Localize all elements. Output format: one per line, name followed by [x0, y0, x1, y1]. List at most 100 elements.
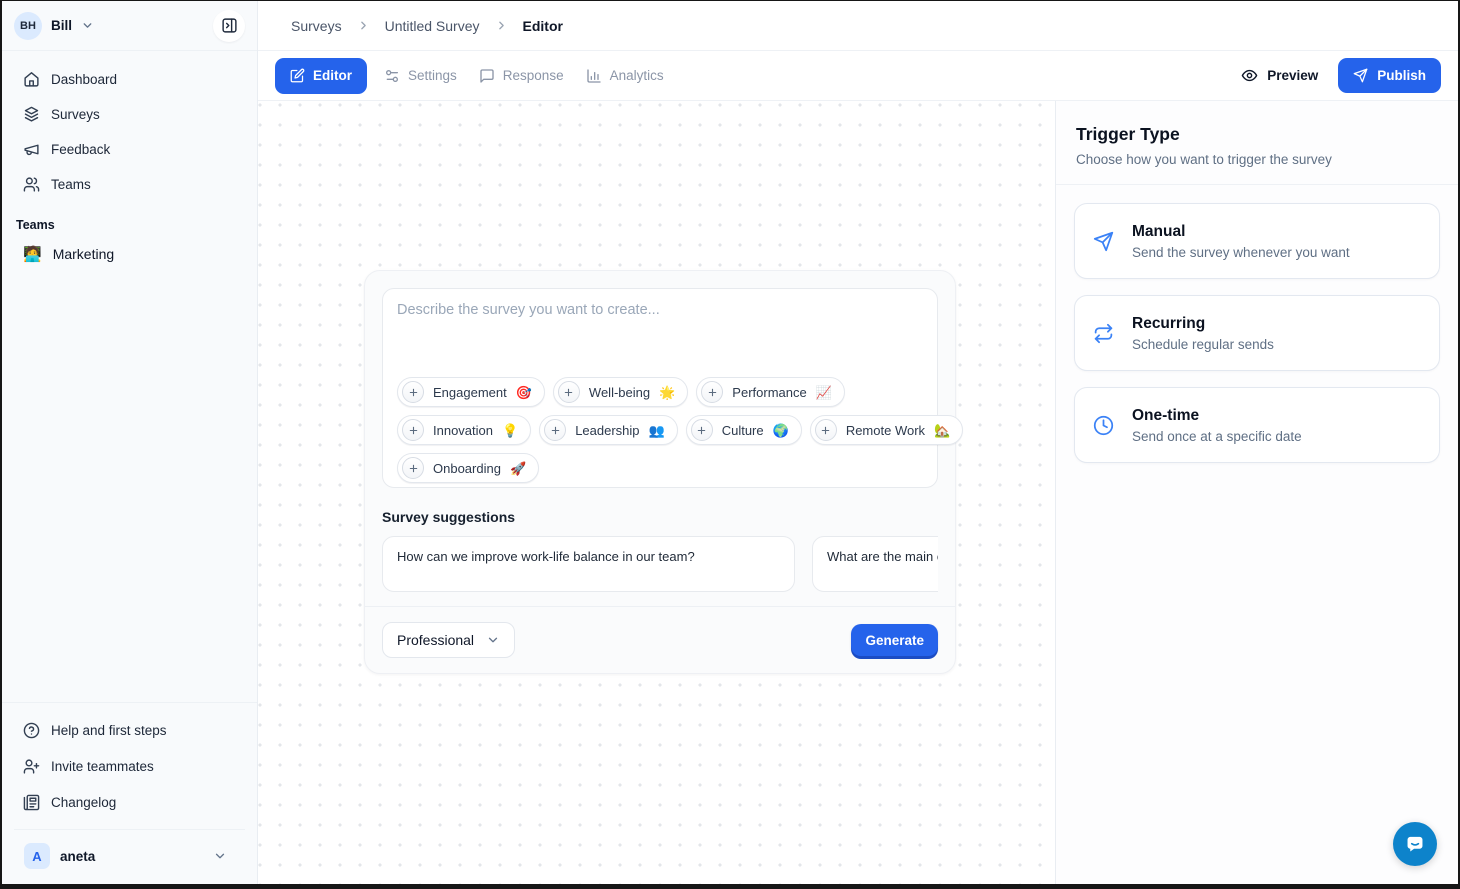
pencil-square-icon	[290, 68, 305, 83]
user-name: aneta	[60, 849, 95, 864]
preview-button[interactable]: Preview	[1241, 67, 1318, 84]
user-avatar: A	[24, 843, 50, 869]
chevron-down-icon	[81, 19, 94, 32]
sliders-icon	[384, 68, 400, 84]
sidebar-item-invite[interactable]: Invite teammates	[14, 748, 245, 784]
user-menu[interactable]: A aneta	[14, 829, 245, 884]
publish-label: Publish	[1377, 68, 1426, 83]
chip-label: Onboarding	[433, 461, 501, 476]
chip-row: Innovation 💡 Leadership 👥	[397, 415, 923, 445]
help-circle-icon	[23, 722, 40, 739]
breadcrumb-surveys[interactable]: Surveys	[291, 18, 342, 34]
layers-icon	[23, 106, 40, 123]
suggestion-card[interactable]: What are the main ob	[812, 536, 938, 592]
workspace-avatar[interactable]: BH	[14, 12, 42, 40]
trigger-options: Manual Send the survey whenever you want…	[1056, 185, 1458, 481]
chip-innovation[interactable]: Innovation 💡	[397, 415, 531, 445]
tab-editor[interactable]: Editor	[275, 58, 367, 94]
plus-icon	[558, 381, 580, 403]
bulb-emoji-icon: 💡	[502, 424, 518, 437]
suggestion-card[interactable]: How can we improve work-life balance in …	[382, 536, 795, 592]
trigger-option-description: Send the survey whenever you want	[1132, 245, 1350, 260]
sidebar-item-label: Invite teammates	[51, 759, 154, 774]
chip-leadership[interactable]: Leadership 👥	[539, 415, 678, 445]
tab-settings[interactable]: Settings	[373, 58, 468, 94]
megaphone-icon	[23, 141, 40, 158]
trigger-option-recurring[interactable]: Recurring Schedule regular sends	[1074, 295, 1440, 371]
survey-description-input[interactable]	[397, 302, 923, 364]
panel-subtitle: Choose how you want to trigger the surve…	[1076, 152, 1438, 167]
trigger-option-title: Recurring	[1132, 315, 1274, 333]
chevron-right-icon	[495, 19, 508, 32]
sidebar-item-help[interactable]: Help and first steps	[14, 712, 245, 748]
repeat-icon	[1093, 323, 1115, 344]
plus-icon	[544, 419, 566, 441]
suggestions-title: Survey suggestions	[382, 509, 938, 525]
message-square-icon	[479, 68, 495, 84]
panel-title: Trigger Type	[1076, 124, 1438, 145]
editor-canvas[interactable]: Engagement 🎯 Well-being 🌟	[258, 101, 1055, 884]
sidebar-item-label: Help and first steps	[51, 723, 167, 738]
toolbar-actions: Preview Publish	[1241, 58, 1441, 93]
eye-icon	[1241, 67, 1258, 84]
chevron-down-icon	[486, 633, 500, 647]
sidebar-item-dashboard[interactable]: Dashboard	[14, 63, 245, 96]
chip-culture[interactable]: Culture 🌍	[686, 415, 802, 445]
sidebar-item-label: Feedback	[51, 142, 110, 157]
chip-row: Engagement 🎯 Well-being 🌟	[397, 377, 923, 407]
chip-well-being[interactable]: Well-being 🌟	[553, 377, 688, 407]
chip-remote-work[interactable]: Remote Work 🏡	[810, 415, 963, 445]
sidebar-item-label: Surveys	[51, 107, 100, 122]
chevron-right-icon	[357, 19, 370, 32]
topic-chips: Engagement 🎯 Well-being 🌟	[397, 377, 923, 483]
chip-performance[interactable]: Performance 📈	[696, 377, 845, 407]
publish-button[interactable]: Publish	[1338, 58, 1441, 93]
teams-section-label: Teams	[2, 201, 257, 237]
tone-selected-value: Professional	[397, 632, 474, 648]
tab-response[interactable]: Response	[468, 58, 575, 94]
chip-onboarding[interactable]: Onboarding 🚀	[397, 453, 539, 483]
trigger-panel-header: Trigger Type Choose how you want to trig…	[1056, 101, 1458, 185]
breadcrumb-untitled-survey[interactable]: Untitled Survey	[385, 18, 480, 34]
dart-emoji-icon: 🎯	[516, 386, 532, 399]
sidebar-item-teams[interactable]: Teams	[14, 168, 245, 201]
sidebar: BH Bill Dashboard Surv	[2, 1, 258, 884]
preview-label: Preview	[1267, 68, 1318, 83]
chip-engagement[interactable]: Engagement 🎯	[397, 377, 545, 407]
send-icon	[1353, 68, 1368, 83]
clock-icon	[1093, 415, 1115, 436]
rocket-emoji-icon: 🚀	[510, 462, 526, 475]
breadcrumb-editor: Editor	[523, 18, 563, 34]
sidebar-item-changelog[interactable]: Changelog	[14, 784, 245, 820]
sidebar-spacer	[2, 271, 257, 702]
breadcrumb-bar: Surveys Untitled Survey Editor	[258, 1, 1458, 51]
sidebar-item-label: Changelog	[51, 795, 116, 810]
users-icon	[23, 176, 40, 193]
tab-label: Editor	[313, 68, 352, 83]
globe-emoji-icon: 🌍	[773, 424, 789, 437]
trigger-option-title: One-time	[1132, 407, 1302, 425]
sidebar-item-surveys[interactable]: Surveys	[14, 98, 245, 131]
plus-icon	[402, 457, 424, 479]
trigger-option-one-time[interactable]: One-time Send once at a specific date	[1074, 387, 1440, 463]
generate-button[interactable]: Generate	[851, 624, 938, 656]
sidebar-item-feedback[interactable]: Feedback	[14, 133, 245, 166]
tone-select[interactable]: Professional	[382, 622, 515, 658]
busts-emoji-icon: 👥	[649, 424, 665, 437]
tab-analytics[interactable]: Analytics	[575, 58, 675, 94]
workspace-bar: BH Bill	[2, 1, 257, 51]
trigger-option-manual[interactable]: Manual Send the survey whenever you want	[1074, 203, 1440, 279]
sidebar-collapse-button[interactable]	[213, 10, 245, 42]
sidebar-item-marketing[interactable]: 🧑‍💻 Marketing	[14, 237, 245, 271]
content-area: Engagement 🎯 Well-being 🌟	[258, 101, 1458, 884]
workspace-name[interactable]: Bill	[51, 18, 72, 33]
support-chat-button[interactable]	[1393, 822, 1437, 866]
tab-label: Analytics	[610, 68, 664, 83]
main-column: Surveys Untitled Survey Editor Editor	[258, 1, 1458, 884]
chip-label: Performance	[732, 385, 806, 400]
star-emoji-icon: 🌟	[659, 386, 675, 399]
chip-row: Onboarding 🚀	[397, 453, 923, 483]
sidebar-footer: Help and first steps Invite teammates Ch…	[2, 702, 257, 884]
trigger-option-description: Send once at a specific date	[1132, 429, 1302, 444]
user-plus-icon	[23, 758, 40, 775]
